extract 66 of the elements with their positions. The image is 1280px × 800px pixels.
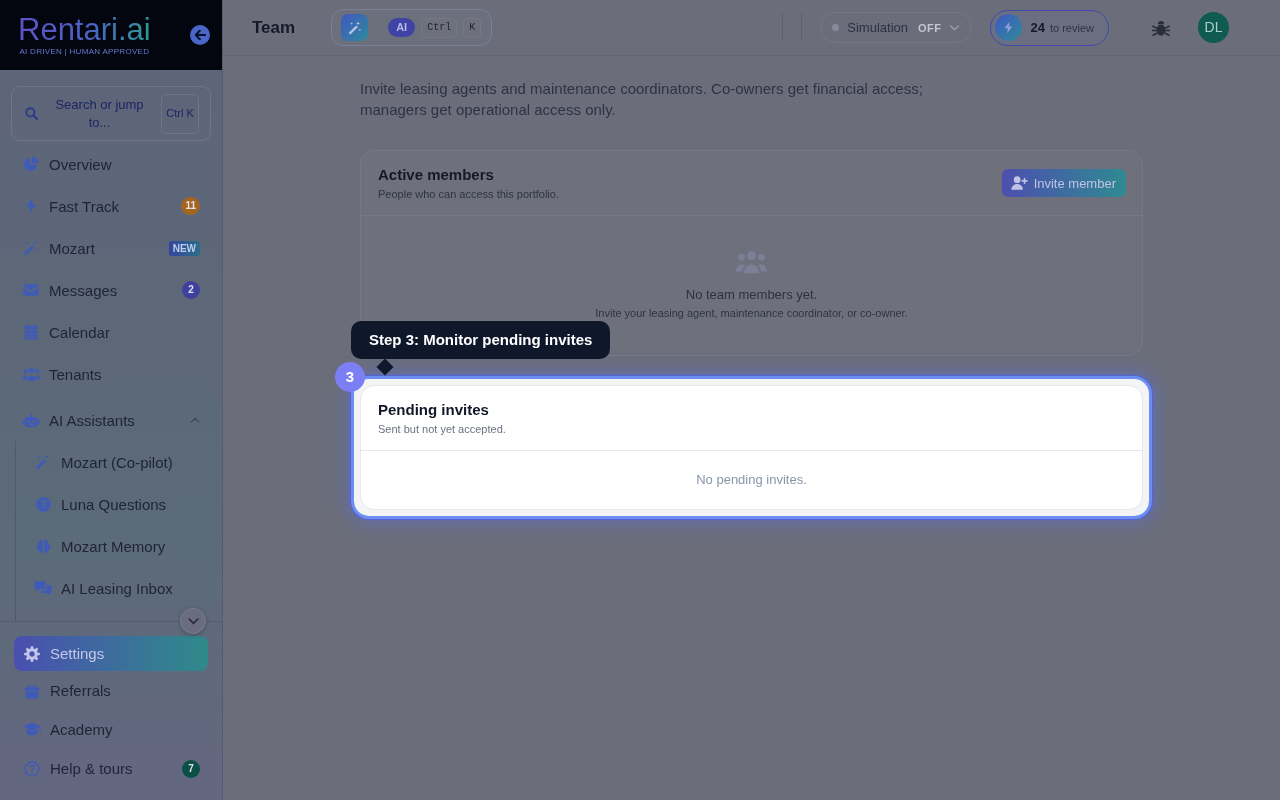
- pie-chart-icon: [23, 156, 39, 172]
- review-button[interactable]: 24 to review: [989, 9, 1109, 46]
- sidebar-group[interactable]: AI Assistants: [0, 399, 222, 441]
- count-badge: 11: [181, 197, 200, 215]
- sidebar-item[interactable]: Calendar: [0, 311, 222, 353]
- invite-member-button[interactable]: Invite member: [1001, 169, 1126, 197]
- brain-icon: [35, 538, 51, 554]
- calendar-icon: [24, 324, 38, 340]
- lightning-icon: [25, 198, 37, 214]
- page-description: Invite leasing agents and maintenance coordinators. Co-owners get financial access; managers get operational access only.: [360, 79, 924, 120]
- page-title: Team: [252, 17, 296, 38]
- graduation-cap-icon: [23, 722, 41, 737]
- empty-state-text: No pending invites.: [696, 471, 807, 489]
- key-hint: K: [463, 17, 482, 38]
- sidebar-item[interactable]: Academy: [14, 710, 208, 749]
- sidebar-item[interactable]: Settings: [14, 636, 208, 671]
- sidebar-item[interactable]: Tenants: [0, 353, 222, 395]
- sidebar-item[interactable]: Help & tours 7: [14, 749, 208, 788]
- help-icon: [24, 760, 40, 777]
- sidebar-subitem[interactable]: Luna Questions: [16, 483, 222, 525]
- ai-badge: AI: [388, 18, 416, 37]
- robot-icon: [22, 412, 40, 428]
- magic-wand-icon: [23, 240, 39, 256]
- sidebar-subitem[interactable]: AI Leasing Inbox: [16, 567, 222, 609]
- people-icon: [735, 250, 768, 274]
- sidebar-item[interactable]: Fast Track 11: [0, 185, 222, 227]
- lightning-icon: [994, 14, 1022, 41]
- card-subtitle: Sent but not yet accepted.: [378, 422, 506, 436]
- scroll-down-button[interactable]: [180, 608, 206, 634]
- card-subtitle: People who can access this portfolio.: [378, 187, 559, 201]
- gift-icon: [24, 682, 40, 699]
- question-circle-icon: [35, 496, 51, 512]
- label-badge: NEW: [168, 240, 200, 256]
- search-icon: [25, 107, 38, 120]
- arrow-left-icon: [194, 30, 206, 40]
- logo-tagline: AI DRIVEN | HUMAN APPROVED: [19, 46, 150, 57]
- sidebar-item[interactable]: Overview: [0, 143, 222, 185]
- user-avatar[interactable]: DL: [1198, 12, 1229, 43]
- chevron-down-icon: [949, 24, 959, 31]
- sidebar-item[interactable]: Mozart NEW: [0, 227, 222, 269]
- sidebar-subitem[interactable]: Mozart (Co-pilot): [16, 441, 222, 483]
- chat-bubbles-icon: [34, 580, 52, 596]
- shortcut-hint: Ctrl K: [161, 93, 199, 134]
- card-title: Pending invites: [378, 400, 490, 420]
- magic-wand-icon: [341, 14, 369, 41]
- envelope-icon: [23, 284, 39, 296]
- sidebar-item[interactable]: Referrals: [14, 671, 208, 710]
- sidebar-item[interactable]: Messages 2: [0, 269, 222, 311]
- empty-state-text: Invite your leasing agent, maintenance coordinator, or co-owner.: [595, 306, 908, 320]
- chevron-down-icon: [187, 617, 199, 625]
- key-hint: Ctrl: [421, 17, 458, 38]
- step-badge: 3: [335, 362, 365, 392]
- search-button[interactable]: Search or jump to... Ctrl K: [11, 86, 211, 141]
- tour-tooltip: Step 3: Monitor pending invites: [351, 321, 611, 359]
- people-icon: [21, 367, 41, 381]
- user-plus-icon: [1010, 176, 1028, 190]
- magic-wand-icon: [35, 454, 51, 470]
- count-badge: 2: [182, 281, 200, 299]
- collapse-button[interactable]: [190, 25, 210, 45]
- gear-icon: [24, 645, 40, 662]
- count-badge: 7: [182, 759, 200, 778]
- empty-state-title: No team members yet.: [685, 286, 818, 304]
- ai-command-button[interactable]: AI Ctrl K: [331, 9, 493, 46]
- bug-icon[interactable]: [1152, 18, 1170, 37]
- sidebar-subitem[interactable]: Mozart Memory: [16, 525, 222, 567]
- card-title: Active members: [378, 165, 495, 185]
